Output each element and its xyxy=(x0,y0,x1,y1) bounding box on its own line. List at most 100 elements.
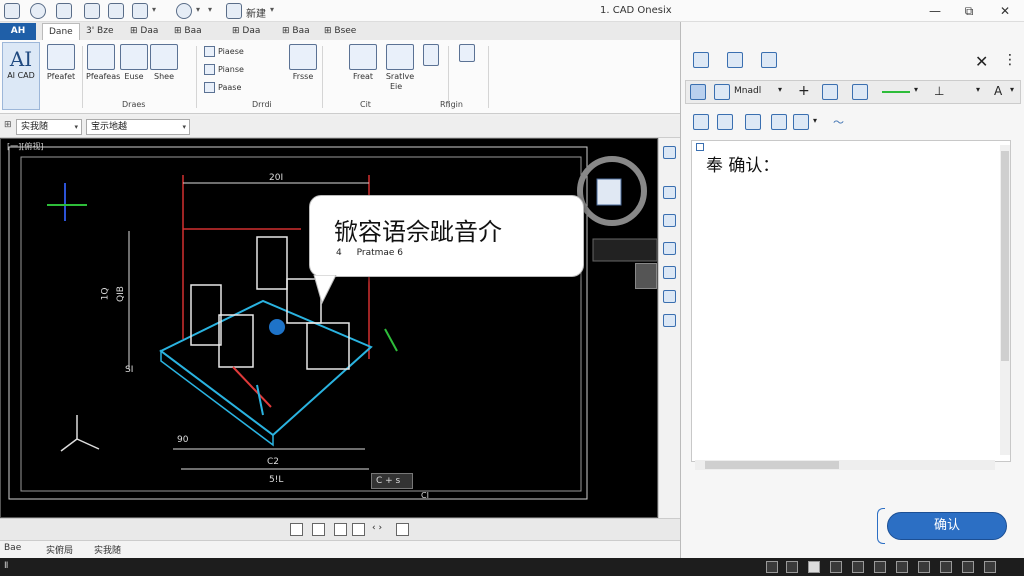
confirm-button[interactable]: 确认 xyxy=(887,512,1007,540)
workspace-icon[interactable] xyxy=(226,3,242,19)
tab-layout-1[interactable]: 实俯局 xyxy=(46,543,73,556)
print-preview-icon[interactable] xyxy=(396,523,409,536)
line-color-swatch[interactable] xyxy=(882,91,910,93)
close-button[interactable]: ✕ xyxy=(990,1,1020,21)
chevron-down-icon[interactable]: ▾ xyxy=(196,5,200,14)
zoom-icon[interactable] xyxy=(663,214,676,227)
ribbon-button-array[interactable]: Freat xyxy=(348,44,378,81)
ribbon-item-move[interactable]: Piaese xyxy=(204,46,244,57)
scrollbar-thumb[interactable] xyxy=(1001,151,1009,361)
status-lineweight-icon[interactable] xyxy=(874,561,886,573)
ai-cad-button[interactable]: AI AI CAD xyxy=(2,42,40,110)
panel-link-icon[interactable] xyxy=(822,84,838,100)
table-icon[interactable] xyxy=(793,114,809,130)
layer-state-icon[interactable]: ⊞ xyxy=(4,120,12,130)
ribbon-button-measure[interactable] xyxy=(420,44,442,66)
chevron-down-icon[interactable]: ▾ xyxy=(208,5,212,14)
showmotion-icon[interactable] xyxy=(663,290,676,303)
panel-insert-icon[interactable] xyxy=(727,52,743,68)
tab-insert[interactable]: 3' Bze xyxy=(80,23,120,40)
status-ortho-icon[interactable] xyxy=(808,561,820,573)
ribbon-item-trim[interactable]: Paase xyxy=(204,82,241,93)
undo-icon[interactable] xyxy=(176,3,192,19)
line-weight-label[interactable]: Mnadl xyxy=(734,86,761,96)
more-icon[interactable]: ⋮ xyxy=(1003,52,1017,68)
ribbon-button-stretch[interactable]: Sratlve xyxy=(382,44,418,81)
chevron-down-icon[interactable]: ▾ xyxy=(914,85,918,94)
steering-wheel-icon[interactable] xyxy=(663,266,676,279)
chevron-left-icon[interactable]: ‹ › xyxy=(372,523,385,536)
select-icon[interactable] xyxy=(693,114,709,130)
app-menu-icon[interactable] xyxy=(4,3,20,19)
status-annotation-icon[interactable] xyxy=(896,561,908,573)
restore-button[interactable]: ⧉ xyxy=(954,1,984,21)
tab-home[interactable]: Dane xyxy=(42,23,80,40)
layer-combo[interactable]: 实我随 ▾ xyxy=(16,119,82,135)
zoom-extents-icon[interactable] xyxy=(663,314,676,327)
panel-grid-icon[interactable] xyxy=(690,84,706,100)
chevron-down-icon[interactable]: ▾ xyxy=(1010,85,1014,94)
tab-layout-2[interactable]: 实我随 xyxy=(94,543,121,556)
assistant-text-area[interactable]: 奉 确认： xyxy=(691,140,1011,462)
style-combo[interactable]: 宝示地越 ▾ xyxy=(86,119,190,135)
ribbon-button-polyline[interactable]: Pfeafeas xyxy=(86,44,120,81)
status-settings-icon[interactable] xyxy=(940,561,952,573)
print-icon[interactable] xyxy=(108,3,124,19)
orbit-icon[interactable] xyxy=(663,242,676,255)
model-icon[interactable] xyxy=(312,523,325,536)
tab-model[interactable]: Bae xyxy=(4,543,21,553)
tab-parametric[interactable]: ⊞ Baa xyxy=(168,23,208,40)
tab-annotate[interactable]: ⊞ Daa xyxy=(124,23,164,40)
open-icon[interactable] xyxy=(30,3,46,19)
status-workspace-icon[interactable] xyxy=(918,561,930,573)
wave-icon[interactable]: 〜 xyxy=(833,114,844,130)
tab-manage[interactable]: ⊞ Baa xyxy=(276,23,316,40)
panel-block-icon[interactable] xyxy=(693,52,709,68)
viewcube-home-icon[interactable] xyxy=(635,263,657,289)
offset-icon[interactable] xyxy=(771,114,787,130)
status-grid-icon[interactable] xyxy=(766,561,778,573)
save-icon[interactable] xyxy=(56,3,72,19)
horizontal-scrollbar-thumb[interactable] xyxy=(705,461,839,469)
status-snap-icon[interactable] xyxy=(786,561,798,573)
viewport-label[interactable]: [一][俯视] xyxy=(7,141,43,152)
close-icon[interactable]: ✕ xyxy=(975,52,988,71)
nav-expand-icon[interactable] xyxy=(663,146,676,159)
status-osnap-icon[interactable] xyxy=(852,561,864,573)
coordinate-readout[interactable]: C + s xyxy=(371,473,413,489)
ribbon-item-explode[interactable]: Eie xyxy=(390,82,402,91)
ribbon-button-block[interactable] xyxy=(456,44,478,62)
rectangle-icon[interactable] xyxy=(717,114,733,130)
dimension-icon[interactable]: ⊥ xyxy=(934,84,944,98)
ribbon-button-line[interactable]: Pfeafet xyxy=(44,44,78,81)
chevron-down-icon[interactable]: ▾ xyxy=(976,85,980,94)
ribbon-button-fillet[interactable]: Frsse xyxy=(288,44,318,81)
chevron-down-icon[interactable]: ▾ xyxy=(778,85,782,94)
plot-icon[interactable] xyxy=(132,3,148,19)
ribbon-item-rotate[interactable]: Pianse xyxy=(204,64,244,75)
checkbox-icon[interactable] xyxy=(696,143,704,151)
panel-color-icon[interactable] xyxy=(714,84,730,100)
tab-file[interactable]: AH xyxy=(0,23,36,40)
cursor-icon[interactable] xyxy=(745,114,761,130)
layout-icon[interactable] xyxy=(290,523,303,536)
pan-icon[interactable] xyxy=(663,186,676,199)
panel-export-icon[interactable] xyxy=(761,52,777,68)
tab-output[interactable]: ⊞ Bsee xyxy=(318,23,362,40)
minimize-button[interactable]: — xyxy=(920,1,950,21)
save-as-icon[interactable] xyxy=(84,3,100,19)
chevron-down-icon[interactable]: ▾ xyxy=(152,5,156,14)
tab-view[interactable]: ⊞ Daa xyxy=(226,23,266,40)
panel-material-icon[interactable] xyxy=(852,84,868,100)
font-label[interactable]: A xyxy=(994,84,1002,98)
status-polar-icon[interactable] xyxy=(830,561,842,573)
grid-icon[interactable] xyxy=(334,523,347,536)
ribbon-button-arc[interactable]: Shee xyxy=(150,44,178,81)
snap-icon[interactable] xyxy=(352,523,365,536)
chevron-down-icon[interactable]: ▾ xyxy=(270,5,274,14)
status-fullscreen-icon[interactable] xyxy=(962,561,974,573)
ribbon-button-circle[interactable]: Euse xyxy=(120,44,148,81)
chevron-down-icon[interactable]: ▾ xyxy=(813,116,817,125)
status-menu-icon[interactable] xyxy=(984,561,996,573)
add-icon[interactable]: + xyxy=(798,83,810,99)
